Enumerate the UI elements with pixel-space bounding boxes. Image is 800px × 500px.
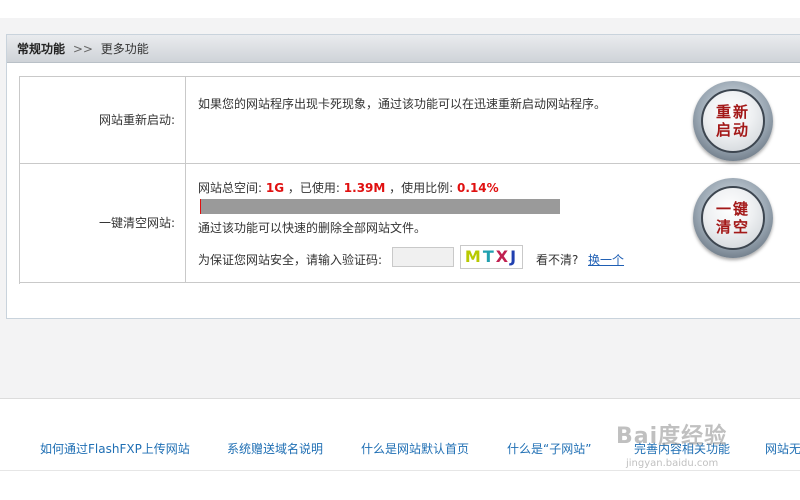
breadcrumb-current: 更多功能 bbox=[100, 42, 149, 56]
footer-link-homepage[interactable]: 什么是网站默认首页 bbox=[361, 440, 469, 457]
space-total-value: 1G bbox=[265, 181, 285, 195]
captcha-char: X bbox=[495, 247, 511, 266]
restart-label: 网站重新启动: bbox=[20, 77, 186, 163]
captcha-refresh-link[interactable]: 换一个 bbox=[588, 251, 624, 268]
captcha-input[interactable] bbox=[392, 247, 454, 267]
restart-button-line2: 启动 bbox=[715, 121, 750, 139]
clear-description: 通过该功能可以快速的删除全部网站文件。 bbox=[198, 221, 427, 235]
watermark: Bai度经验 jingyan.baidu.com bbox=[616, 418, 796, 469]
usage-progress-bar bbox=[200, 199, 560, 214]
top-bar bbox=[0, 0, 800, 19]
captcha-char: M bbox=[464, 247, 483, 266]
footer-link-domain[interactable]: 系统赠送域名说明 bbox=[227, 440, 323, 457]
space-total-label: 网站总空间: bbox=[198, 181, 263, 195]
watermark-url: jingyan.baidu.com bbox=[626, 458, 719, 469]
breadcrumb-section[interactable]: 常规功能 bbox=[17, 42, 65, 56]
footer-link-flashfxp[interactable]: 如何通过FlashFXP上传网站 bbox=[40, 440, 190, 457]
captcha-char: T bbox=[482, 247, 496, 266]
captcha-unclear-text: 看不清? bbox=[536, 253, 579, 267]
clear-button-line2: 清空 bbox=[715, 218, 750, 236]
footer-divider bbox=[0, 398, 800, 399]
footer-bottom-divider bbox=[0, 470, 800, 471]
captcha-image[interactable]: MTXJ bbox=[460, 245, 523, 269]
clear-button-line1: 一键 bbox=[715, 200, 750, 218]
restart-description: 如果您的网站程序出现卡死现象，通过该功能可以在迅速重新启动网站程序。 bbox=[198, 97, 607, 111]
footer-link-subsite[interactable]: 什么是“子网站” bbox=[507, 440, 591, 457]
space-used-value: 1.39M bbox=[343, 181, 386, 195]
space-usage-text: 网站总空间: 1G ，已使用: 1.39M ，使用比例: 0.14% bbox=[198, 179, 499, 196]
captcha-prompt: 为保证您网站安全，请输入验证码: bbox=[198, 253, 383, 267]
clear-button[interactable]: 一键 清空 bbox=[693, 178, 773, 258]
space-used-label: ，已使用: bbox=[287, 181, 340, 195]
breadcrumb: 常规功能 >> 更多功能 bbox=[7, 35, 800, 63]
table-row-restart: 网站重新启动: 如果您的网站程序出现卡死现象，通过该功能可以在迅速重新启动网站程… bbox=[20, 77, 800, 164]
table-row-clear: 一键清空网站: 网站总空间: 1G ，已使用: 1.39M ，使用比例: 0.1… bbox=[20, 164, 800, 283]
restart-button-line1: 重新 bbox=[715, 103, 750, 121]
more-functions-panel: 常规功能 >> 更多功能 网站重新启动: 如果您的网站程序出现卡死现象，通过该功… bbox=[6, 34, 800, 319]
captcha-char: J bbox=[510, 247, 519, 266]
usage-ratio-label: ，使用比例: bbox=[389, 181, 454, 195]
restart-button[interactable]: 重新 启动 bbox=[693, 81, 773, 161]
usage-progress-fill bbox=[200, 199, 201, 214]
clear-label: 一键清空网站: bbox=[20, 164, 186, 282]
breadcrumb-separator: >> bbox=[72, 42, 93, 56]
functions-table: 网站重新启动: 如果您的网站程序出现卡死现象，通过该功能可以在迅速重新启动网站程… bbox=[19, 76, 800, 284]
watermark-brand: Bai度经验 bbox=[616, 424, 728, 449]
usage-ratio-value: 0.14% bbox=[457, 181, 499, 195]
